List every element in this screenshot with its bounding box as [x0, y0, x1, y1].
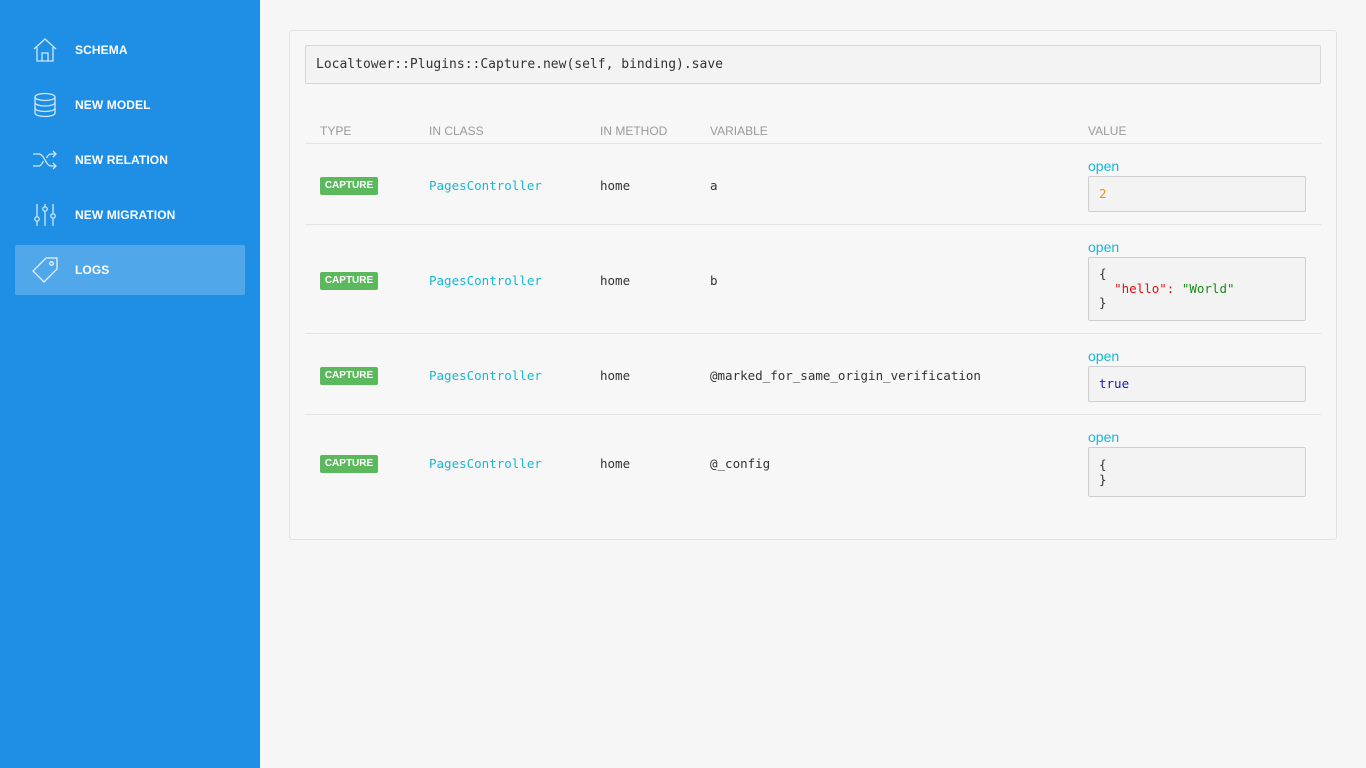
sidebar-item-new-migration[interactable]: NEW MIGRATION	[15, 190, 245, 240]
class-link[interactable]: PagesController	[429, 368, 542, 383]
open-link[interactable]: open	[1088, 429, 1119, 445]
sidebar-item-schema[interactable]: SCHEMA	[15, 25, 245, 75]
json-close-brace: }	[1099, 295, 1107, 310]
value-box: true	[1088, 366, 1306, 402]
row-divider	[305, 143, 1321, 144]
variable-name: a	[710, 178, 718, 193]
sidebar-item-new-relation[interactable]: NEW RELATION	[15, 135, 245, 185]
class-link[interactable]: PagesController	[429, 178, 542, 193]
method-name: home	[600, 456, 631, 471]
sidebar-item-new-model[interactable]: NEW MODEL	[15, 80, 245, 130]
class-link[interactable]: PagesController	[429, 273, 542, 288]
json-colon: :	[1166, 280, 1182, 296]
open-link[interactable]: open	[1088, 158, 1119, 174]
value-box: { "hello": "World" }	[1088, 257, 1306, 321]
type-badge: CAPTURE	[320, 272, 378, 290]
sidebar-item-logs[interactable]: LOGS	[15, 245, 245, 295]
json-close-brace: }	[1099, 471, 1107, 487]
variable-name: @_config	[710, 456, 771, 471]
type-badge: CAPTURE	[320, 177, 378, 195]
value-box: { }	[1088, 447, 1306, 497]
sidebar-item-label: NEW RELATION	[75, 153, 168, 167]
type-badge: CAPTURE	[320, 455, 378, 473]
json-key: "hello"	[1114, 280, 1167, 296]
tag-icon	[31, 256, 59, 284]
sidebar-item-label: LOGS	[75, 263, 110, 277]
column-header-type: TYPE	[320, 124, 352, 138]
row-divider	[305, 333, 1321, 334]
value-keyword: true	[1099, 376, 1130, 391]
json-open-brace: {	[1099, 266, 1107, 281]
variable-name: @marked_for_same_origin_verification	[710, 368, 981, 383]
open-link[interactable]: open	[1088, 348, 1119, 364]
type-badge: CAPTURE	[320, 367, 378, 385]
method-name: home	[600, 178, 631, 193]
value-box: 2	[1088, 176, 1306, 212]
column-header-in-method: IN METHOD	[600, 124, 668, 138]
shuffle-icon	[31, 146, 59, 174]
open-link[interactable]: open	[1088, 239, 1119, 255]
variable-name: b	[710, 273, 718, 288]
sidebar-item-label: NEW MIGRATION	[75, 208, 176, 222]
home-icon	[31, 36, 59, 64]
sidebar: SCHEMA NEW MODEL NEW RELATION NEW MIGRAT…	[0, 0, 260, 768]
row-divider	[305, 414, 1321, 415]
class-link[interactable]: PagesController	[429, 456, 542, 471]
capture-code-line: Localtower::Plugins::Capture.new(self, b…	[305, 45, 1321, 84]
sidebar-item-label: NEW MODEL	[75, 98, 151, 112]
row-divider	[305, 224, 1321, 225]
column-header-in-class: IN CLASS	[429, 124, 484, 138]
database-icon	[31, 91, 59, 119]
sidebar-item-label: SCHEMA	[75, 43, 128, 57]
column-header-value: VALUE	[1088, 124, 1127, 138]
json-string-value: "World"	[1181, 280, 1235, 296]
json-open-brace: {	[1099, 457, 1107, 472]
sliders-icon	[31, 201, 59, 229]
method-name: home	[600, 273, 631, 288]
logs-panel: Localtower::Plugins::Capture.new(self, b…	[289, 30, 1337, 540]
column-header-variable: VARIABLE	[710, 124, 768, 138]
method-name: home	[600, 368, 631, 383]
value-number: 2	[1099, 186, 1107, 201]
